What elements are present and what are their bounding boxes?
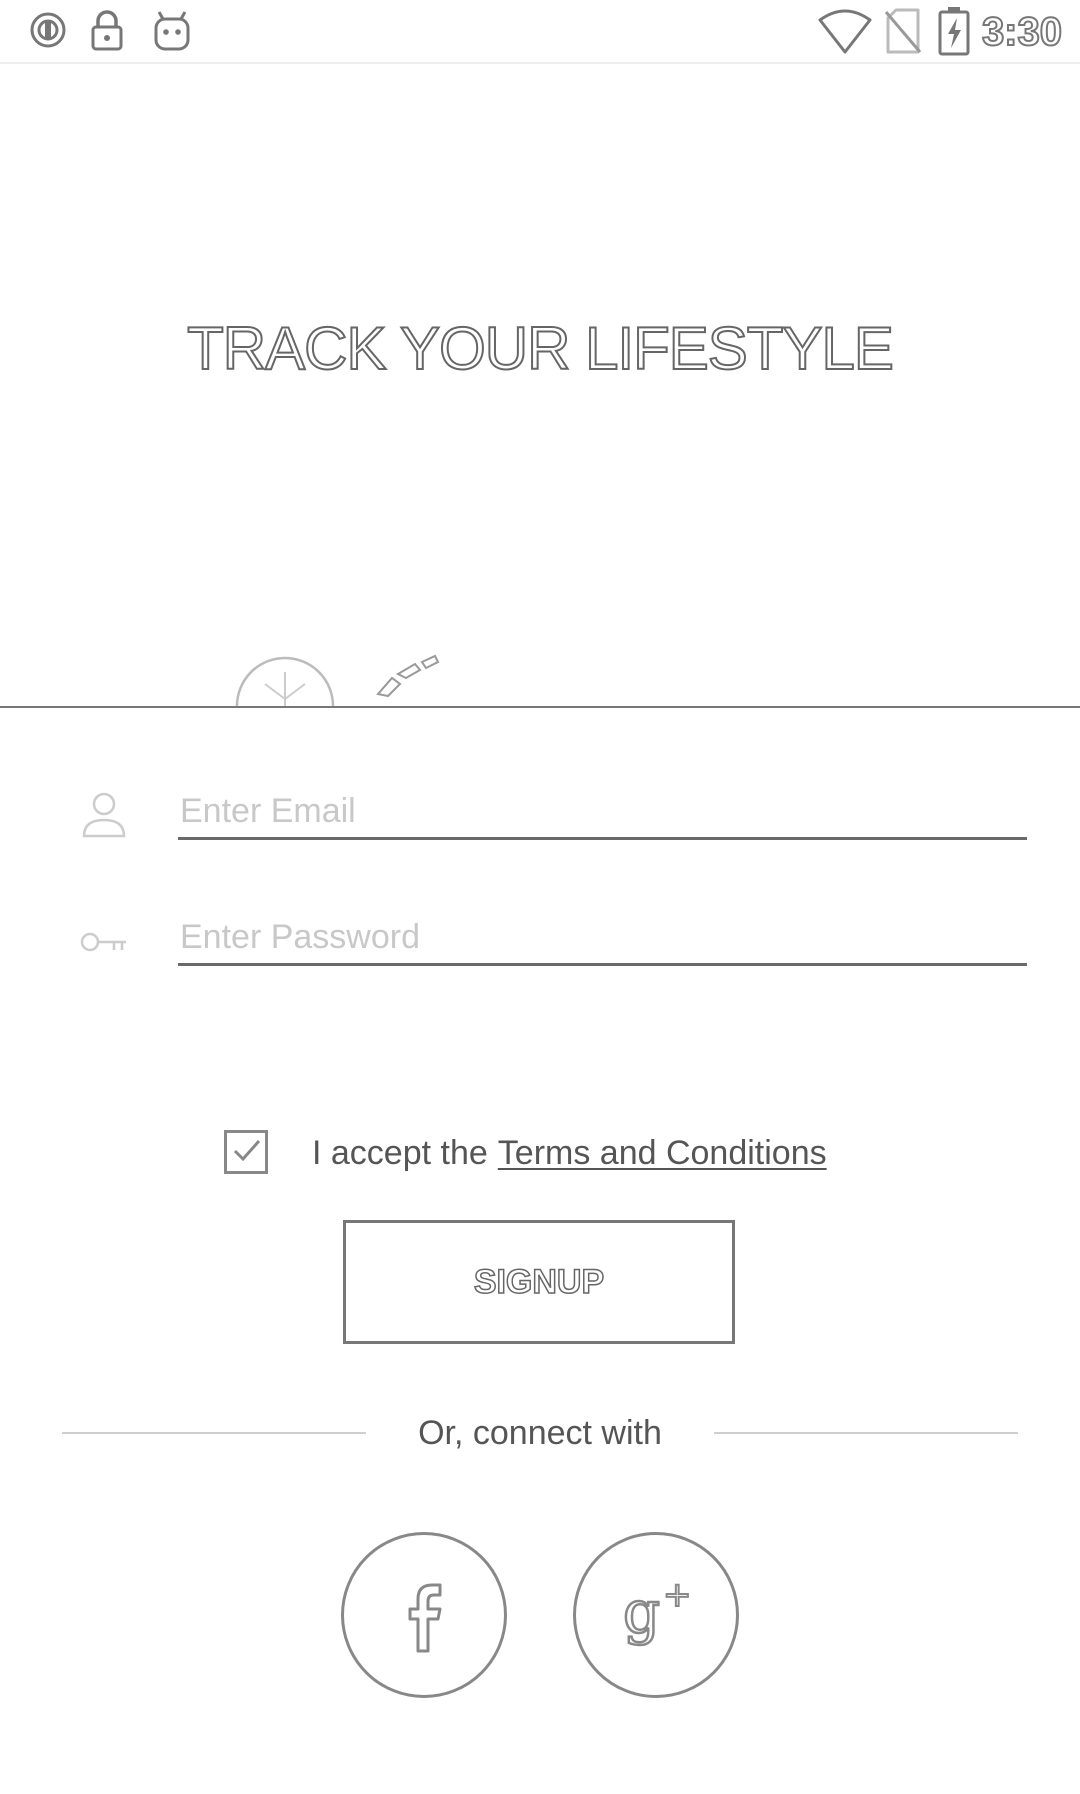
email-row [0,780,1080,860]
divider-line-right [714,1432,1018,1434]
wifi-icon [818,8,872,59]
email-input[interactable] [178,786,1027,840]
connect-divider: Or, connect with [62,1410,1018,1460]
hero-title: TRACK YOUR LIFESTYLE [186,314,895,383]
terms-link[interactable]: Terms and Conditions [498,1134,827,1172]
google-plus-icon: g + [622,1574,693,1647]
google-plus-button[interactable]: g + [573,1532,739,1698]
svg-text:g: g [623,1578,660,1646]
lock-icon [90,10,124,57]
facebook-button[interactable] [341,1532,507,1698]
svg-text:+: + [663,1575,692,1615]
key-icon [80,928,130,963]
signup-button[interactable]: SIGNUP [343,1220,735,1344]
facebook-icon [408,1583,442,1653]
terms-checkbox[interactable] [224,1130,268,1174]
terms-prefix: I accept the [312,1134,488,1172]
status-time: 3:30 [981,9,1063,55]
status-bar: 3:30 [0,0,1080,64]
android-icon [152,10,192,57]
data-saver-icon [28,10,68,55]
terms-label: I accept the Terms and Conditions [312,1134,827,1173]
lifestyle-illustration-icon [230,654,460,706]
checkmark-icon [233,1140,261,1162]
password-row [0,906,1080,986]
user-icon [80,790,128,845]
password-input[interactable] [178,912,1027,966]
no-sim-icon [884,8,922,59]
hero-banner: TRACK YOUR LIFESTYLE [0,64,1080,708]
battery-charging-icon [938,6,970,61]
